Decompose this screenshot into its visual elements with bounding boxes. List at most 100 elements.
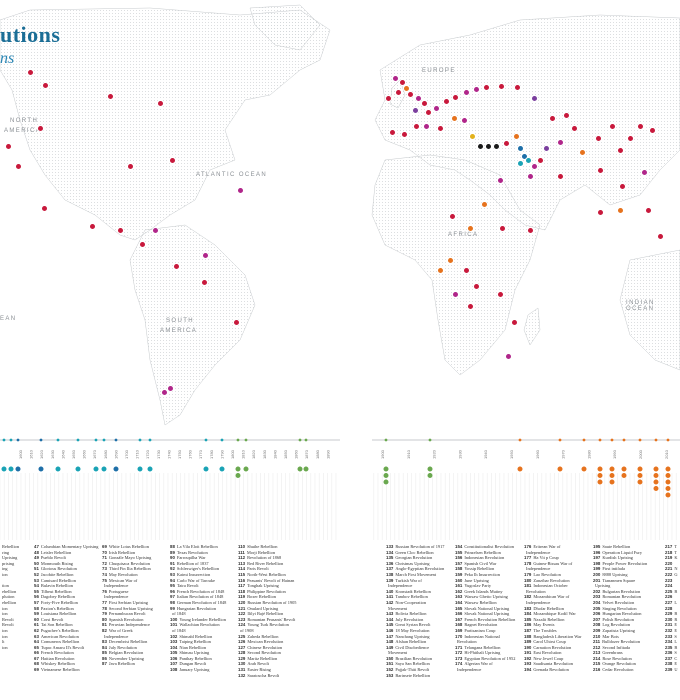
revolution-marker[interactable] xyxy=(468,132,476,140)
revolution-marker[interactable] xyxy=(232,318,240,326)
revolution-marker[interactable] xyxy=(40,204,48,212)
revolution-marker[interactable] xyxy=(526,172,534,180)
revolution-marker[interactable] xyxy=(594,134,602,142)
revolution-marker[interactable] xyxy=(36,124,44,132)
revolution-marker[interactable] xyxy=(512,132,520,140)
revolution-marker[interactable] xyxy=(420,99,428,107)
timeline-event-dot[interactable] xyxy=(620,472,628,479)
timeline-event-dot[interactable] xyxy=(580,465,588,473)
revolution-marker[interactable] xyxy=(536,156,544,164)
revolution-marker[interactable] xyxy=(513,83,521,91)
revolution-marker[interactable] xyxy=(492,142,500,150)
revolution-marker[interactable] xyxy=(608,122,616,130)
revolution-marker[interactable] xyxy=(156,99,164,107)
timeline-event-dot[interactable] xyxy=(136,465,144,473)
timeline-event-dot[interactable] xyxy=(7,465,15,473)
revolution-marker[interactable] xyxy=(414,94,422,102)
revolution-marker[interactable] xyxy=(88,222,96,230)
revolution-marker[interactable] xyxy=(151,226,159,234)
revolution-marker[interactable] xyxy=(484,142,492,150)
timeline-event-dot[interactable] xyxy=(382,478,390,486)
revolution-marker[interactable] xyxy=(388,128,396,136)
revolution-marker[interactable] xyxy=(160,388,168,396)
revolution-marker[interactable] xyxy=(400,130,408,138)
revolution-marker[interactable] xyxy=(482,83,490,91)
timeline-event-dot[interactable] xyxy=(382,472,390,479)
timeline-event-dot[interactable] xyxy=(302,465,310,473)
timeline-event-dot[interactable] xyxy=(652,465,660,473)
timeline-event-dot[interactable] xyxy=(664,485,672,492)
revolution-marker[interactable] xyxy=(496,176,504,184)
timeline-event-dot[interactable] xyxy=(608,465,616,473)
timeline-event-dot[interactable] xyxy=(14,465,22,473)
revolution-marker[interactable] xyxy=(424,108,432,116)
revolution-marker[interactable] xyxy=(200,278,208,286)
revolution-marker[interactable] xyxy=(472,85,480,93)
timeline-event-dot[interactable] xyxy=(218,465,226,473)
revolution-marker[interactable] xyxy=(166,384,174,392)
revolution-marker[interactable] xyxy=(466,302,474,310)
timeline-event-dot[interactable] xyxy=(234,465,242,473)
revolution-marker[interactable] xyxy=(510,318,518,326)
timeline-event-dot[interactable] xyxy=(0,465,8,473)
timeline-event-dot[interactable] xyxy=(664,491,672,499)
revolution-marker[interactable] xyxy=(236,186,244,194)
revolution-marker[interactable] xyxy=(616,206,624,214)
revolution-marker[interactable] xyxy=(412,122,420,130)
revolution-marker[interactable] xyxy=(504,352,512,360)
timeline-event-dot[interactable] xyxy=(596,472,604,479)
timeline-event-dot[interactable] xyxy=(636,472,644,479)
revolution-marker[interactable] xyxy=(406,90,414,98)
timeline-event-dot[interactable] xyxy=(556,465,564,473)
revolution-marker[interactable] xyxy=(450,114,458,122)
revolution-marker[interactable] xyxy=(530,162,538,170)
revolution-marker[interactable] xyxy=(502,139,510,147)
revolution-marker[interactable] xyxy=(462,266,470,274)
revolution-marker[interactable] xyxy=(422,122,430,130)
revolution-marker[interactable] xyxy=(391,74,399,82)
revolution-marker[interactable] xyxy=(446,256,454,264)
revolution-marker[interactable] xyxy=(460,116,468,124)
revolution-marker[interactable] xyxy=(14,162,22,170)
revolution-marker[interactable] xyxy=(480,200,488,208)
revolution-marker[interactable] xyxy=(516,144,524,152)
revolution-marker[interactable] xyxy=(116,226,124,234)
timeline-event-dot[interactable] xyxy=(596,478,604,486)
timeline-event-dot[interactable] xyxy=(652,472,660,479)
revolution-marker[interactable] xyxy=(497,82,505,90)
revolution-marker[interactable] xyxy=(436,266,444,274)
revolution-marker[interactable] xyxy=(496,290,504,298)
revolution-marker[interactable] xyxy=(432,104,440,112)
revolution-marker[interactable] xyxy=(640,168,648,176)
revolution-marker[interactable] xyxy=(411,106,419,114)
timeline-event-dot[interactable] xyxy=(652,485,660,492)
revolution-marker[interactable] xyxy=(526,226,534,234)
timeline-event-dot[interactable] xyxy=(664,465,672,473)
revolution-marker[interactable] xyxy=(648,126,656,134)
revolution-marker[interactable] xyxy=(476,142,484,150)
timeline-event-dot[interactable] xyxy=(146,465,154,473)
timeline-event-dot[interactable] xyxy=(100,465,108,473)
timeline-event-dot[interactable] xyxy=(664,472,672,479)
timeline-event-dot[interactable] xyxy=(608,478,616,486)
revolution-marker[interactable] xyxy=(548,114,556,122)
revolution-marker[interactable] xyxy=(4,142,12,150)
revolution-marker[interactable] xyxy=(384,94,392,102)
revolution-marker[interactable] xyxy=(562,111,570,119)
revolution-marker[interactable] xyxy=(596,208,604,216)
timeline-event-dot[interactable] xyxy=(664,478,672,486)
timeline-event-dot[interactable] xyxy=(382,465,390,473)
revolution-marker[interactable] xyxy=(26,68,34,76)
revolution-marker[interactable] xyxy=(138,240,146,248)
revolution-marker[interactable] xyxy=(570,124,578,132)
revolution-marker[interactable] xyxy=(172,262,180,270)
timeline-event-dot[interactable] xyxy=(74,465,82,473)
revolution-marker[interactable] xyxy=(106,92,114,100)
revolution-marker[interactable] xyxy=(656,232,664,240)
timeline-event-dot[interactable] xyxy=(620,465,628,473)
revolution-marker[interactable] xyxy=(524,156,532,164)
timeline-event-dot[interactable] xyxy=(92,465,100,473)
timeline-event-dot[interactable] xyxy=(202,465,210,473)
revolution-marker[interactable] xyxy=(201,251,209,259)
revolution-marker[interactable] xyxy=(126,162,134,170)
